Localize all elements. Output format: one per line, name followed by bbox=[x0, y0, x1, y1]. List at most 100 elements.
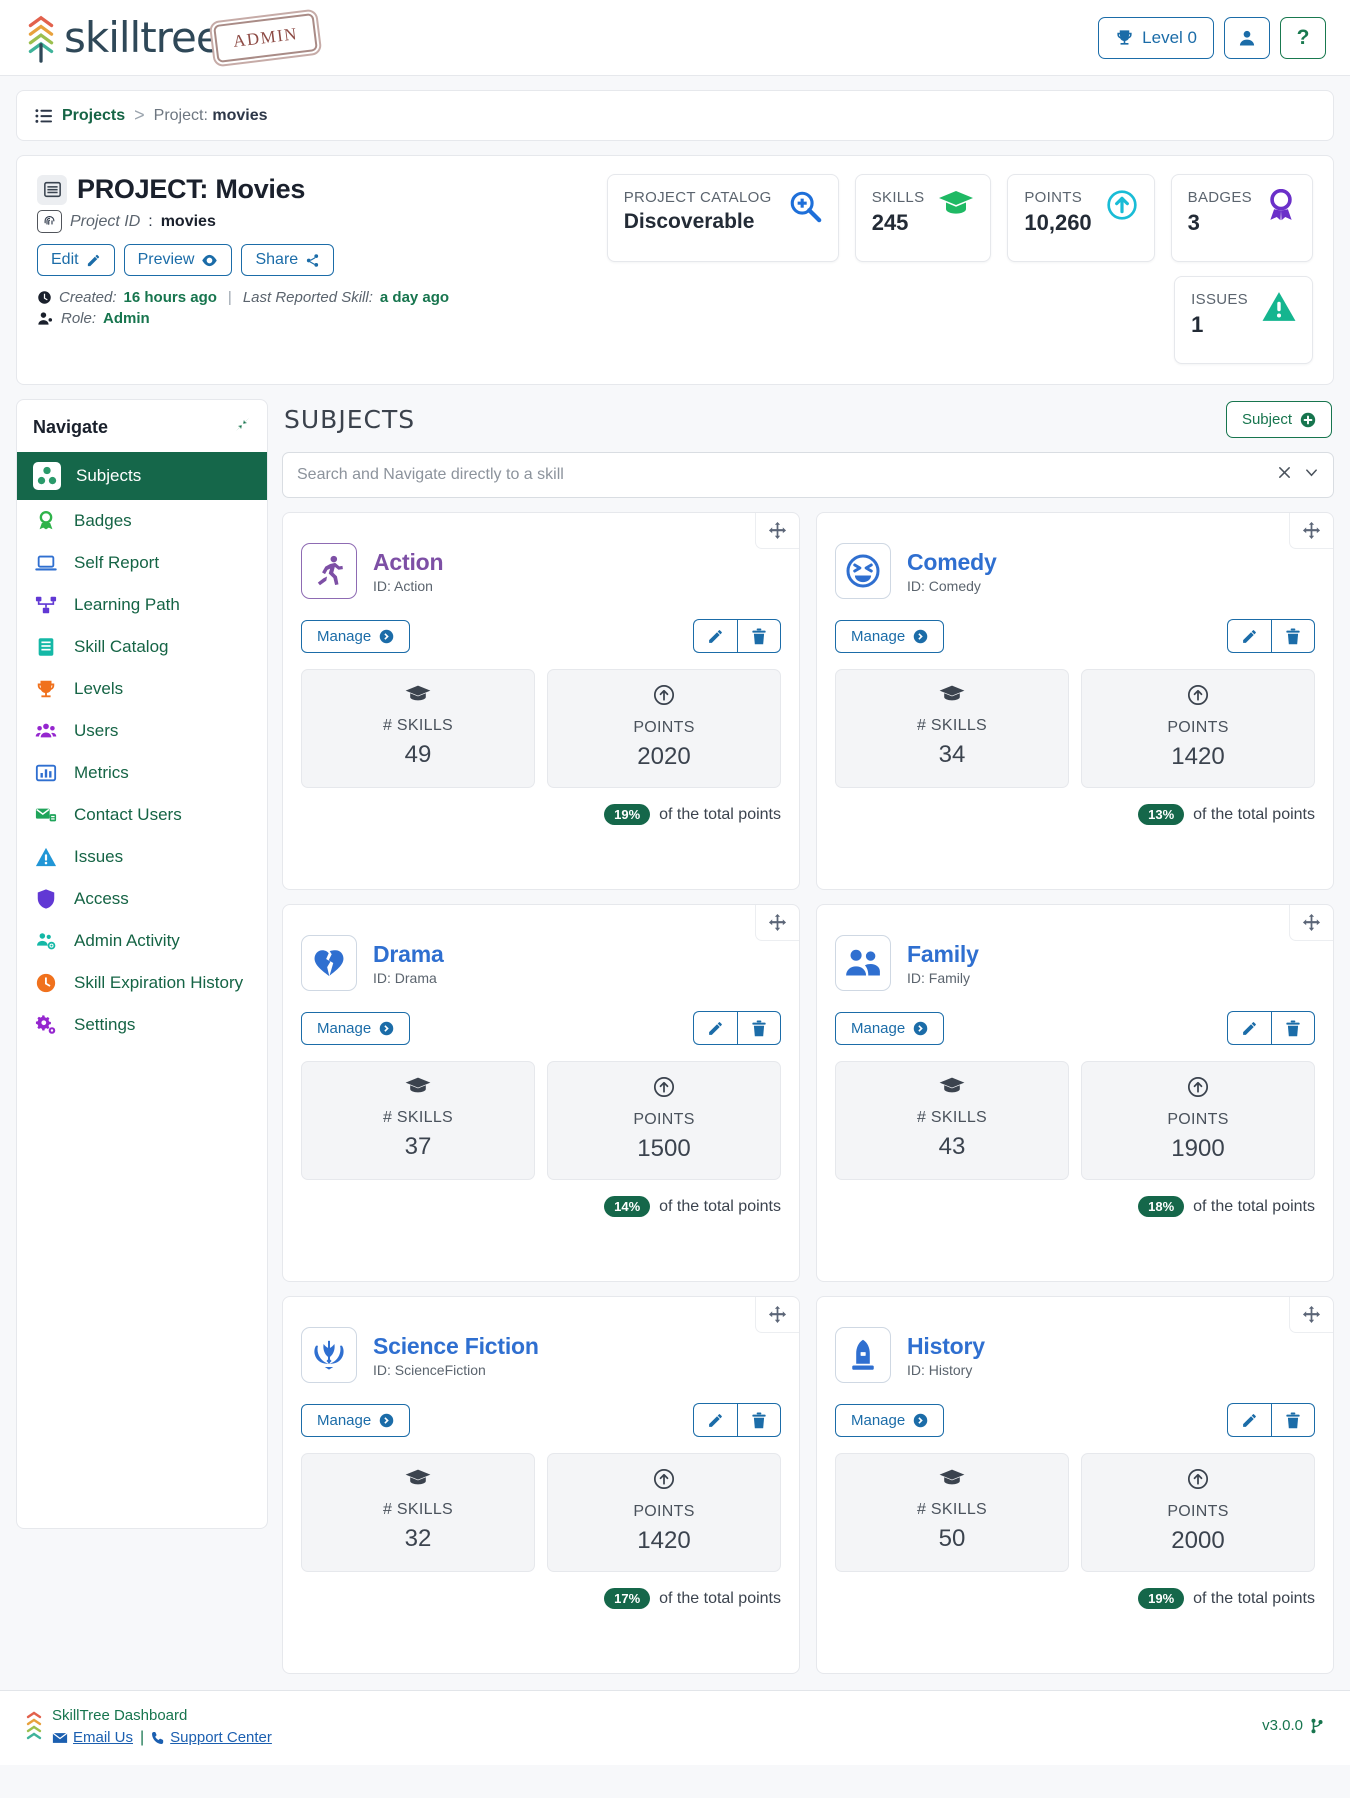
help-button[interactable]: ? bbox=[1280, 16, 1326, 59]
manage-subject-button[interactable]: Manage bbox=[301, 1011, 411, 1045]
sidebar-item-learning-path[interactable]: Learning Path bbox=[17, 584, 267, 626]
manage-subject-button[interactable]: Manage bbox=[835, 619, 945, 653]
subject-percent-row: 14% of the total points bbox=[301, 1196, 781, 1217]
delete-subject-button[interactable] bbox=[1271, 1403, 1315, 1437]
sidebar-item-self-report[interactable]: Self Report bbox=[17, 542, 267, 584]
subject-icon-buttons bbox=[1227, 619, 1315, 653]
drag-move-icon[interactable] bbox=[755, 1297, 799, 1333]
skills-label: # SKILLS bbox=[382, 717, 453, 734]
support-center-link[interactable]: Support Center bbox=[151, 1729, 272, 1746]
add-subject-label: Subject bbox=[1241, 411, 1292, 428]
add-subject-button[interactable]: Subject bbox=[1225, 401, 1332, 438]
brand-name: skilltree bbox=[64, 12, 222, 62]
arrow-up-circle-icon bbox=[554, 1076, 774, 1103]
edit-subject-button[interactable] bbox=[1227, 1403, 1271, 1437]
delete-subject-button[interactable] bbox=[737, 1403, 781, 1437]
award-ribbon-icon bbox=[1266, 188, 1296, 228]
skills-value: 34 bbox=[938, 741, 966, 768]
sidebar-item-metrics[interactable]: Metrics bbox=[17, 752, 267, 794]
delete-subject-button[interactable] bbox=[1271, 619, 1315, 653]
subject-name[interactable]: Science Fiction bbox=[373, 1333, 539, 1360]
breadcrumb-current-prefix: Project: bbox=[153, 106, 213, 124]
percent-caption: of the total points bbox=[659, 805, 781, 823]
sidebar-item-access[interactable]: Access bbox=[17, 878, 267, 920]
subject-points-box: POINTS 1500 bbox=[547, 1061, 781, 1180]
subject-name[interactable]: Comedy bbox=[907, 549, 997, 576]
chevron-down-icon[interactable] bbox=[1304, 465, 1319, 485]
sidebar-item-subjects[interactable]: Subjects bbox=[17, 452, 267, 500]
sidebar-item-levels[interactable]: Levels bbox=[17, 668, 267, 710]
drag-move-icon[interactable] bbox=[1289, 1297, 1333, 1333]
warning-triangle-icon bbox=[33, 846, 59, 868]
delete-subject-button[interactable] bbox=[737, 619, 781, 653]
subject-name[interactable]: Family bbox=[907, 941, 979, 968]
edit-subject-button[interactable] bbox=[1227, 619, 1271, 653]
stat-card-project-catalog: PROJECT CATALOG Discoverable bbox=[606, 174, 839, 262]
points-label: POINTS bbox=[1167, 719, 1229, 736]
sidebar-item-label: Users bbox=[74, 721, 119, 740]
clock-icon bbox=[33, 972, 59, 994]
user-menu-button[interactable] bbox=[1224, 16, 1270, 59]
sidebar-item-issues[interactable]: Issues bbox=[17, 836, 267, 878]
collapse-arrows-icon[interactable] bbox=[234, 416, 251, 438]
manage-label: Manage bbox=[851, 1019, 906, 1037]
project-id-label: Project ID bbox=[70, 212, 141, 230]
percent-caption: of the total points bbox=[1193, 1197, 1315, 1215]
subject-name[interactable]: Action bbox=[373, 549, 444, 576]
sidebar-item-users[interactable]: Users bbox=[17, 710, 267, 752]
search-input[interactable]: Search and Navigate directly to a skill bbox=[297, 466, 1265, 484]
eye-icon bbox=[202, 254, 218, 266]
subject-card: Comedy ID: Comedy Manage # SKILLS 34 POINTS 14… bbox=[816, 512, 1334, 890]
family-people-icon bbox=[835, 935, 891, 991]
sidebar-item-settings[interactable]: Settings bbox=[17, 1004, 267, 1046]
subject-name[interactable]: Drama bbox=[373, 941, 444, 968]
help-icon: ? bbox=[1296, 25, 1310, 49]
drag-move-icon[interactable] bbox=[755, 513, 799, 549]
skills-label: # SKILLS bbox=[382, 1109, 453, 1126]
subject-card: History ID: History Manage # SKILLS 50 POINTS… bbox=[816, 1296, 1334, 1674]
edit-project-button[interactable]: Edit bbox=[37, 244, 115, 276]
subject-icon-buttons bbox=[693, 619, 781, 653]
subject-card: Action ID: Action Manage # SKILLS 49 POINTS 20… bbox=[282, 512, 800, 890]
sidebar-item-skill-catalog[interactable]: Skill Catalog bbox=[17, 626, 267, 668]
sidebar-item-badges[interactable]: Badges bbox=[17, 500, 267, 542]
sidebar-item-contact-users[interactable]: Contact Users bbox=[17, 794, 267, 836]
manage-subject-button[interactable]: Manage bbox=[835, 1403, 945, 1437]
graduation-cap-icon bbox=[842, 1076, 1062, 1101]
sidebar-item-skill-expiration-history[interactable]: Skill Expiration History bbox=[17, 962, 267, 1004]
edit-subject-button[interactable] bbox=[693, 1011, 737, 1045]
delete-subject-button[interactable] bbox=[737, 1011, 781, 1045]
email-us-link[interactable]: Email Us bbox=[52, 1729, 133, 1746]
manage-subject-button[interactable]: Manage bbox=[835, 1011, 945, 1045]
footer-title: SkillTree Dashboard bbox=[52, 1707, 188, 1724]
fingerprint-icon bbox=[37, 210, 62, 233]
breadcrumb-projects-link[interactable]: Projects bbox=[62, 107, 125, 125]
status-badge: 17% bbox=[604, 1588, 651, 1609]
preview-project-button[interactable]: Preview bbox=[123, 244, 233, 276]
list-icon bbox=[35, 108, 52, 123]
manage-subject-button[interactable]: Manage bbox=[301, 1403, 411, 1437]
shield-icon bbox=[33, 888, 59, 910]
sidebar-item-label: Badges bbox=[74, 511, 132, 530]
skills-value: 32 bbox=[404, 1525, 432, 1552]
edit-subject-button[interactable] bbox=[693, 1403, 737, 1437]
manage-subject-button[interactable]: Manage bbox=[301, 619, 411, 653]
drag-move-icon[interactable] bbox=[755, 905, 799, 941]
subject-skills-box: # SKILLS 43 bbox=[835, 1061, 1069, 1180]
users-icon bbox=[33, 720, 59, 742]
close-icon[interactable] bbox=[1277, 465, 1292, 485]
delete-subject-button[interactable] bbox=[1271, 1011, 1315, 1045]
drag-move-icon[interactable] bbox=[1289, 513, 1333, 549]
drag-move-icon[interactable] bbox=[1289, 905, 1333, 941]
skill-search-box[interactable]: Search and Navigate directly to a skill bbox=[282, 452, 1334, 498]
subject-name[interactable]: History bbox=[907, 1333, 985, 1360]
level-button[interactable]: Level 0 bbox=[1098, 16, 1214, 59]
project-stats: PROJECT CATALOG Discoverable SKILLS 245 bbox=[537, 174, 1313, 364]
share-project-button[interactable]: Share bbox=[241, 244, 335, 276]
edit-subject-button[interactable] bbox=[1227, 1011, 1271, 1045]
edit-subject-button[interactable] bbox=[693, 619, 737, 653]
breadcrumb: Projects > Project: movies bbox=[17, 91, 1333, 140]
sidebar-item-admin-activity[interactable]: Admin Activity bbox=[17, 920, 267, 962]
brand-logo[interactable]: skilltree bbox=[24, 12, 222, 63]
share-button-label: Share bbox=[255, 251, 299, 268]
